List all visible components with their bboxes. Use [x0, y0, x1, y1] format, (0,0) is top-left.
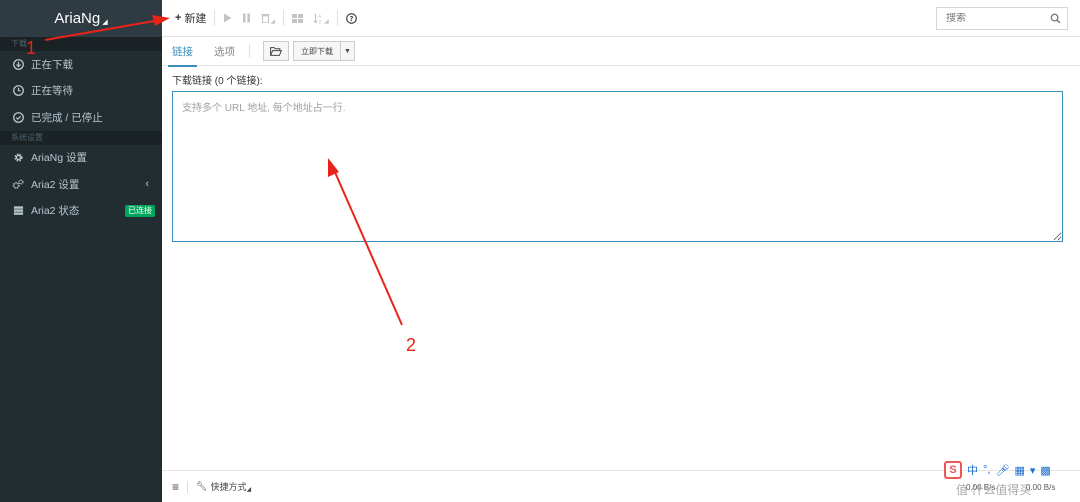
caret-icon: ◢ [270, 18, 276, 25]
search-box [936, 7, 1068, 30]
plus-icon: + [175, 12, 182, 24]
sidebar-item-label: 已完成 / 已停止 [31, 111, 103, 124]
download-circle-icon [12, 58, 24, 70]
toolbar-divider [336, 10, 338, 26]
play-icon [224, 13, 232, 23]
caret-icon: ◢ [324, 18, 329, 25]
ime-lang[interactable]: 中 [967, 462, 978, 478]
sidebar-item-label: AriaNg 设置 [31, 152, 88, 165]
annotation-step-1: 1 [26, 38, 37, 58]
toolbar: + 新建 ◢ AZ ◢ ? [162, 0, 1080, 37]
url-input[interactable] [172, 91, 1063, 242]
download-links-label: 下载链接 (0 个链接): [172, 76, 263, 87]
sidebar-item-label: 正在下载 [31, 58, 73, 71]
logo-caret-icon: ◢ [102, 18, 108, 26]
ime-toolbar: S 中 °, 🎤︎ ▦ ▾ ▩ [944, 459, 1076, 481]
download-now-button[interactable]: 立即下载 [293, 41, 340, 61]
gear-icon [12, 152, 24, 164]
grid-icon [292, 13, 304, 23]
sidebar-item-ariang-settings[interactable]: AriaNg 设置 [0, 145, 162, 172]
delete-button[interactable]: ◢ [256, 8, 280, 28]
tab-links[interactable]: 链接 [168, 37, 197, 67]
footer-divider [187, 480, 189, 493]
shortcut-label: 快捷方式 [210, 482, 247, 492]
help-circle-icon: ? [345, 12, 357, 24]
sidebar-item-label: 正在等待 [31, 85, 73, 98]
tab-options[interactable]: 选项 [214, 37, 235, 66]
section-header-settings: 系统设置 [0, 130, 162, 145]
sidebar-item-waiting[interactable]: 正在等待 [0, 78, 162, 105]
new-task-label: 新建 [184, 13, 207, 25]
start-button[interactable] [218, 8, 237, 28]
sidebar-item-label: Aria2 设置 [31, 178, 80, 191]
keyboard-icon[interactable]: ▦ [1014, 464, 1024, 477]
svg-text:?: ? [349, 15, 353, 23]
toolbar-divider [214, 10, 216, 26]
view-toggle-button[interactable] [287, 8, 308, 28]
footer: ≡ 🔧︎ 快捷方式 ◢ 0.00 B/s 0.00 B/s [162, 470, 1080, 502]
menu-icon[interactable]: ≡ [172, 480, 179, 494]
grid-menu-icon[interactable]: ▩ [1040, 464, 1050, 477]
section-header-download: 下载 [0, 37, 162, 51]
shortcut-button[interactable]: 🔧︎ 快捷方式 ◢ [196, 480, 251, 493]
clock-icon [12, 85, 24, 97]
shirt-icon[interactable]: ▾ [1030, 464, 1036, 477]
sidebar: AriaNg ◢ 下载 正在下载 正在等待 已完成 / 已停止 系统设置 Aria… [0, 0, 162, 502]
search-input[interactable] [946, 13, 1046, 24]
download-options-dropdown[interactable]: ▼ [340, 41, 355, 61]
punctuation-icon[interactable]: °, [983, 464, 990, 476]
caret-down-icon: ▼ [344, 47, 351, 55]
search-icon[interactable] [1050, 13, 1061, 24]
caret-icon: ◢ [246, 487, 252, 493]
gears-icon [12, 178, 24, 190]
server-icon [12, 205, 24, 217]
app-logo[interactable]: AriaNg ◢ [0, 0, 162, 37]
sidebar-item-aria2-status[interactable]: Aria2 状态 已连接 [0, 198, 162, 225]
chevron-left-icon: ‹ [145, 178, 149, 191]
svg-text:A: A [318, 14, 322, 20]
watermark: 值 什么值得买 [956, 483, 1032, 497]
sidebar-item-aria2-settings[interactable]: Aria2 设置 ‹ [0, 171, 162, 198]
open-torrent-button[interactable] [263, 41, 289, 61]
download-actions: 立即下载 ▼ [263, 41, 355, 61]
svg-text:Z: Z [318, 19, 321, 24]
toolbar-divider [283, 10, 285, 26]
annotation-step-2: 2 [406, 335, 417, 355]
check-circle-icon [12, 111, 24, 123]
new-task-button[interactable]: + 新建 [170, 8, 211, 28]
sort-icon: AZ [313, 13, 322, 24]
sidebar-item-stopped[interactable]: 已完成 / 已停止 [0, 104, 162, 131]
connected-badge: 已连接 [125, 204, 155, 217]
tab-divider [249, 44, 250, 58]
wrench-icon: 🔧︎ [196, 481, 208, 491]
trash-icon [261, 14, 270, 23]
sidebar-item-label: Aria2 状态 [31, 205, 80, 218]
app-title: AriaNg [54, 10, 101, 27]
pause-icon [243, 13, 251, 23]
sidebar-item-downloading[interactable]: 正在下载 [0, 51, 162, 78]
pause-button[interactable] [237, 8, 256, 28]
ime-logo-icon[interactable]: S [944, 461, 962, 479]
annotation-arrows [44, 15, 403, 326]
sort-button[interactable]: AZ ◢ [308, 8, 334, 28]
folder-open-icon [270, 46, 282, 56]
help-button[interactable]: ? [341, 8, 362, 28]
microphone-icon[interactable]: 🎤︎ [995, 464, 1009, 477]
new-task-tabs: 链接 选项 立即下载 ▼ [162, 37, 1080, 67]
